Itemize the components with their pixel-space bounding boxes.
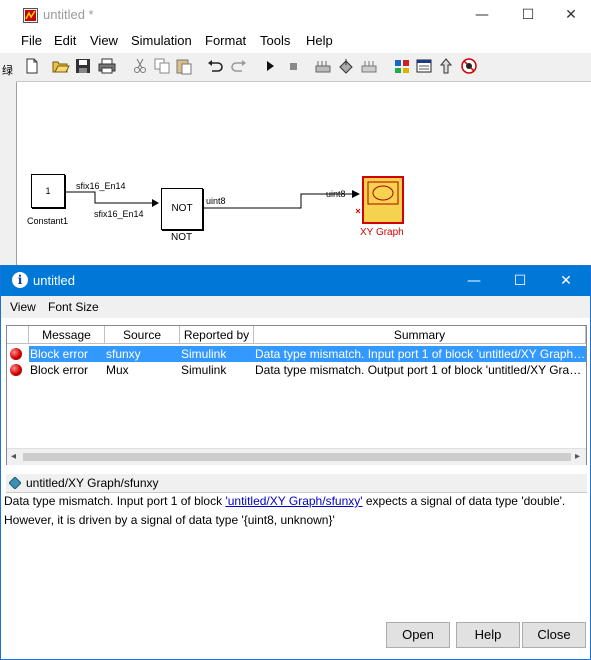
menu-file[interactable]: File <box>21 33 42 48</box>
table-row[interactable]: Block error sfunxy Simulink Data type mi… <box>7 346 586 362</box>
cell-reported-by: Simulink <box>180 346 255 362</box>
signal-label-2: sfix16_En14 <box>94 209 144 219</box>
menu-view[interactable]: View <box>90 33 118 48</box>
constant-block[interactable]: 1 <box>31 174 65 208</box>
block-hyperlink[interactable]: 'untitled/XY Graph/sfunxy' <box>225 494 362 508</box>
left-panel-glyph: 绿 <box>2 64 13 77</box>
build-icon[interactable] <box>314 57 332 75</box>
toolbar <box>16 53 591 82</box>
table-row[interactable]: Block error Mux Simulink Data type misma… <box>7 362 586 378</box>
main-title-bar: untitled * — ☐ ✕ <box>0 0 591 31</box>
column-header-summary[interactable]: Summary <box>254 326 586 344</box>
selected-block-path: untitled/XY Graph/sfunxy <box>26 476 159 490</box>
info-icon: i <box>12 272 28 288</box>
menu-edit[interactable]: Edit <box>54 33 76 48</box>
dialog-menu-view[interactable]: View <box>10 300 36 314</box>
model-canvas[interactable]: 1 Constant1 sfix16_En14 sfix16_En14 NOT … <box>17 82 591 271</box>
menu-help[interactable]: Help <box>306 33 333 48</box>
dialog-maximize-button[interactable]: ☐ <box>497 266 543 296</box>
save-icon[interactable] <box>74 57 92 75</box>
model-explorer-icon[interactable] <box>415 57 433 75</box>
library-browser-icon[interactable] <box>393 57 411 75</box>
not-block-label: NOT <box>171 232 193 243</box>
message-table[interactable]: Message Source Reported by Summary Block… <box>6 325 587 465</box>
signal-label-3: uint8 <box>206 196 226 206</box>
maximize-button[interactable]: ☐ <box>505 0 551 30</box>
open-button[interactable]: Open <box>386 622 450 648</box>
scroll-left-icon[interactable]: ◂ <box>11 449 16 465</box>
constant-block-label: Constant1 <box>27 216 69 226</box>
detail-text-prefix: Data type mismatch. Input port 1 of bloc… <box>4 494 226 508</box>
dialog-minimize-button[interactable]: — <box>451 266 497 296</box>
block-diamond-icon <box>9 477 21 489</box>
dialog-title: untitled <box>33 273 75 288</box>
print-icon[interactable] <box>98 57 116 75</box>
cell-source: Mux <box>106 363 129 377</box>
minimize-button[interactable]: — <box>459 0 505 30</box>
detail-line-2: However, it is driven by a signal of dat… <box>4 513 335 527</box>
copy-icon[interactable] <box>153 57 171 75</box>
open-folder-icon[interactable] <box>52 57 70 75</box>
column-header-icon[interactable] <box>7 326 29 344</box>
cell-summary: Data type mismatch. Output port 1 of blo… <box>255 363 586 377</box>
signal-label-4: uint8 <box>326 189 346 199</box>
column-header-reported-by[interactable]: Reported by <box>180 326 254 344</box>
menu-format[interactable]: Format <box>205 33 246 48</box>
signal-lines <box>64 190 361 214</box>
menu-simulation[interactable]: Simulation <box>131 33 192 48</box>
column-header-message[interactable]: Message <box>29 326 105 344</box>
detail-text-suffix: expects a signal of data type 'double'. <box>362 494 566 508</box>
scroll-right-icon[interactable]: ▸ <box>575 449 580 465</box>
dialog-menu-bar: View Font Size <box>1 296 590 318</box>
cell-reported-by: Simulink <box>181 363 227 377</box>
debug-icon[interactable] <box>460 57 478 75</box>
detail-line-1: Data type mismatch. Input port 1 of bloc… <box>4 494 565 508</box>
dialog-menu-font-size[interactable]: Font Size <box>48 300 99 314</box>
cell-message: Block error <box>29 346 106 362</box>
dialog-title-bar: i untitled — ☐ ✕ <box>1 266 590 296</box>
xy-graph-label: XY Graph <box>360 227 404 238</box>
cell-message: Block error <box>30 363 89 377</box>
not-block[interactable]: NOT <box>161 188 203 230</box>
window-title: untitled * <box>43 7 94 22</box>
close-dialog-button[interactable]: Close <box>522 622 586 648</box>
go-to-parent-icon[interactable] <box>437 57 455 75</box>
scroll-thumb[interactable] <box>23 453 571 461</box>
column-header-source[interactable]: Source <box>105 326 180 344</box>
paste-icon[interactable] <box>175 57 193 75</box>
update-diagram-icon[interactable] <box>337 57 355 75</box>
signal-label-1: sfix16_En14 <box>76 181 126 191</box>
diagnostic-viewer-dialog: i untitled — ☐ ✕ View Font Size Message … <box>0 265 591 660</box>
start-simulation-icon[interactable] <box>261 57 279 75</box>
incremental-build-icon[interactable] <box>360 57 378 75</box>
xy-graph-scope-icon <box>367 181 399 205</box>
new-file-icon[interactable] <box>23 57 41 75</box>
error-icon <box>10 364 22 376</box>
simulink-app-icon <box>23 8 38 23</box>
selected-block-path-bar: untitled/XY Graph/sfunxy <box>6 474 587 493</box>
left-panel-strip: 绿 <box>0 53 17 271</box>
cell-source: sfunxy <box>105 346 181 362</box>
horizontal-scrollbar[interactable]: ◂ ▸ <box>7 448 586 465</box>
xy-graph-block[interactable] <box>362 176 404 224</box>
help-button[interactable]: Help <box>456 622 520 648</box>
redo-icon[interactable] <box>230 57 248 75</box>
close-button[interactable]: ✕ <box>551 0 591 30</box>
menu-bar: File Edit View Simulation Format Tools H… <box>0 31 591 53</box>
cut-icon[interactable] <box>131 57 149 75</box>
dialog-close-button[interactable]: ✕ <box>543 266 589 296</box>
error-icon <box>10 348 22 360</box>
stop-simulation-icon[interactable] <box>284 57 302 75</box>
undo-icon[interactable] <box>206 57 224 75</box>
cell-summary: Data type mismatch. Input port 1 of bloc… <box>254 346 586 362</box>
menu-tools[interactable]: Tools <box>260 33 290 48</box>
